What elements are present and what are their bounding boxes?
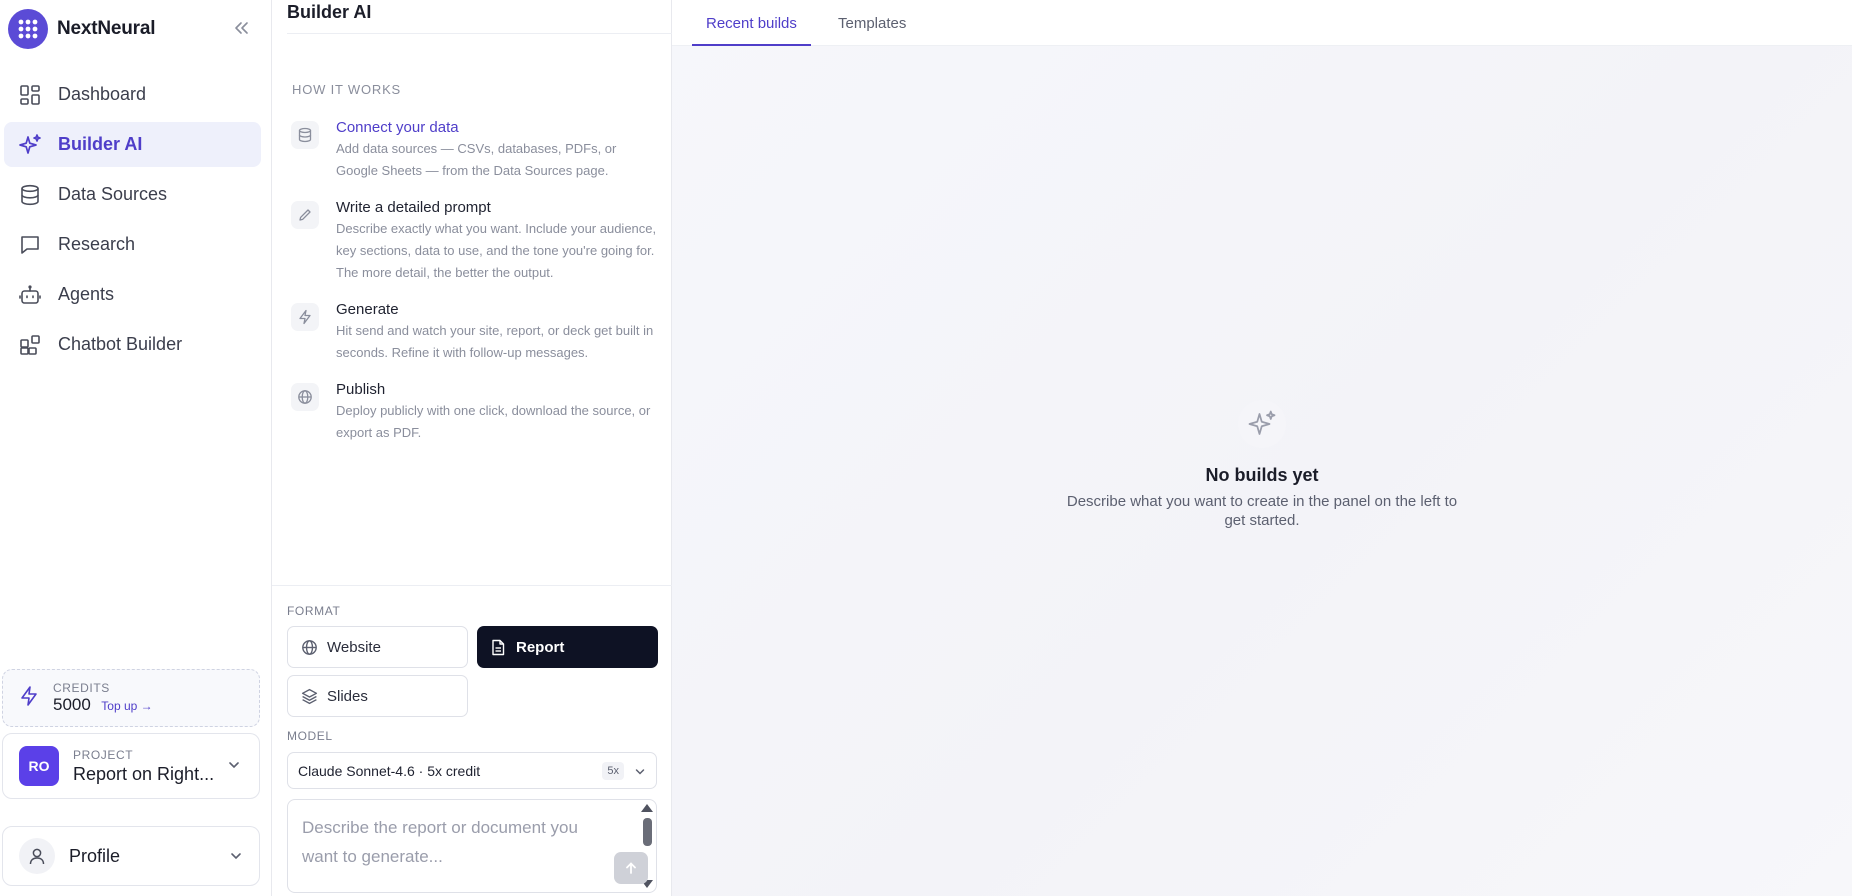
format-label: FORMAT [287, 604, 341, 618]
sidebar-item-label: Research [58, 234, 136, 254]
database-icon [18, 183, 42, 207]
sparkles-icon [18, 133, 42, 157]
profile-menu[interactable]: Profile [2, 826, 260, 886]
prompt-input[interactable] [288, 800, 628, 892]
send-button[interactable] [614, 852, 648, 884]
chevron-down-icon [227, 758, 241, 777]
model-label: MODEL [287, 729, 333, 743]
brand[interactable]: NextNeural [8, 9, 156, 49]
sidebar-item-agents[interactable]: Agents [4, 272, 261, 317]
apps-grid-icon [8, 9, 48, 49]
scroll-thumb[interactable] [642, 818, 652, 846]
builds-tabs: Recent builds Templates [672, 0, 1852, 46]
step-description: Add data sources — CSVs, databases, PDFs… [336, 141, 617, 178]
double-chevron-left-icon [235, 22, 248, 34]
empty-state: No builds yet Describe what you want to … [672, 400, 1852, 530]
sidebar-item-label: Agents [58, 284, 115, 304]
project-name: Report on Right... [73, 763, 215, 784]
step-description: Describe exactly what you want. Include … [336, 221, 657, 280]
chevron-down-icon [634, 765, 646, 781]
globe-icon [300, 638, 318, 656]
builder-panel: Builder AI HOW IT WORKS Connect your dat… [272, 0, 672, 896]
step-connect-data: Connect your data Add data sources — CSV… [291, 118, 661, 182]
credits-label: CREDITS [53, 681, 110, 695]
lightning-icon [291, 303, 319, 331]
step-description: Hit send and watch your site, report, or… [336, 323, 654, 360]
collapse-sidebar-button[interactable] [230, 17, 252, 39]
tab-recent-builds[interactable]: Recent builds [692, 15, 811, 46]
credits-value: 5000 [53, 695, 91, 714]
format-option-label: Report [516, 638, 565, 656]
lightning-icon [19, 685, 39, 712]
credits-card: CREDITS 5000 Top up → [2, 669, 260, 727]
sidebar-item-data-sources[interactable]: Data Sources [4, 172, 261, 217]
step-write-prompt: Write a detailed prompt Describe exactly… [291, 198, 661, 284]
brand-name: NextNeural [57, 18, 156, 39]
database-icon [291, 121, 319, 149]
how-it-works-steps: Connect your data Add data sources — CSV… [291, 118, 661, 460]
pencil-icon [291, 201, 319, 229]
step-generate: Generate Hit send and watch your site, r… [291, 300, 661, 364]
chat-bubble-icon [18, 233, 42, 257]
layers-icon [300, 687, 318, 705]
step-title: Publish [336, 381, 386, 398]
how-it-works-heading: HOW IT WORKS [292, 82, 402, 97]
model-value: Claude Sonnet-4.6 · 5x credit [298, 762, 481, 779]
sidebar-item-label: Dashboard [58, 84, 147, 104]
profile-label: Profile [69, 845, 121, 866]
format-slides-button[interactable]: Slides [287, 675, 468, 717]
dashboard-grid-icon [18, 83, 42, 107]
user-icon [19, 838, 55, 874]
sidebar-item-chatbot-builder[interactable]: Chatbot Builder [4, 322, 261, 367]
bot-icon [18, 283, 42, 307]
sidebar-item-dashboard[interactable]: Dashboard [4, 72, 261, 117]
format-settings: FORMAT Website Report Slides MODEL Claud… [272, 585, 672, 896]
blocks-icon [18, 333, 42, 357]
sidebar-item-builder-ai[interactable]: Builder AI [4, 122, 261, 167]
step-title: Generate [336, 301, 399, 318]
project-selector[interactable]: RO PROJECT Report on Right... [2, 733, 260, 799]
empty-state-title: No builds yet [1205, 465, 1319, 485]
app-window: NextNeural Dashboard Builder AI Data Sou… [0, 0, 1852, 896]
step-title[interactable]: Connect your data [336, 118, 661, 138]
project-avatar: RO [19, 746, 59, 786]
scroll-up-arrow-icon[interactable] [641, 804, 653, 812]
chevron-down-icon [229, 849, 243, 868]
sidebar-nav: Dashboard Builder AI Data Sources Resear… [4, 72, 261, 372]
panel-title: Builder AI [287, 0, 672, 34]
empty-state-description: Describe what you want to create in the … [1066, 493, 1458, 529]
sidebar-item-label: Chatbot Builder [58, 334, 183, 354]
step-description: Deploy publicly with one click, download… [336, 403, 651, 440]
sidebar-item-label: Data Sources [58, 184, 168, 204]
document-icon [489, 638, 507, 656]
tab-templates[interactable]: Templates [838, 15, 906, 46]
globe-icon [291, 383, 319, 411]
format-website-button[interactable]: Website [287, 626, 468, 668]
sparkles-icon [1238, 400, 1286, 448]
format-option-label: Slides [327, 687, 368, 705]
sidebar-item-research[interactable]: Research [4, 222, 261, 267]
project-label: PROJECT [73, 747, 134, 762]
credit-multiplier-badge: 5x [602, 762, 624, 780]
sidebar: NextNeural Dashboard Builder AI Data Sou… [0, 0, 272, 896]
step-title: Write a detailed prompt [336, 199, 491, 216]
arrow-up-icon [626, 862, 636, 874]
top-up-link[interactable]: Top up → [101, 699, 152, 713]
model-select[interactable]: Claude Sonnet-4.6 · 5x credit 5x [287, 752, 657, 789]
format-report-button[interactable]: Report [477, 626, 658, 668]
main-area: Recent builds Templates No builds yet De… [672, 0, 1852, 896]
sidebar-item-label: Builder AI [58, 134, 143, 154]
step-publish: Publish Deploy publicly with one click, … [291, 380, 661, 444]
format-option-label: Website [327, 638, 381, 656]
prompt-box [287, 799, 657, 893]
